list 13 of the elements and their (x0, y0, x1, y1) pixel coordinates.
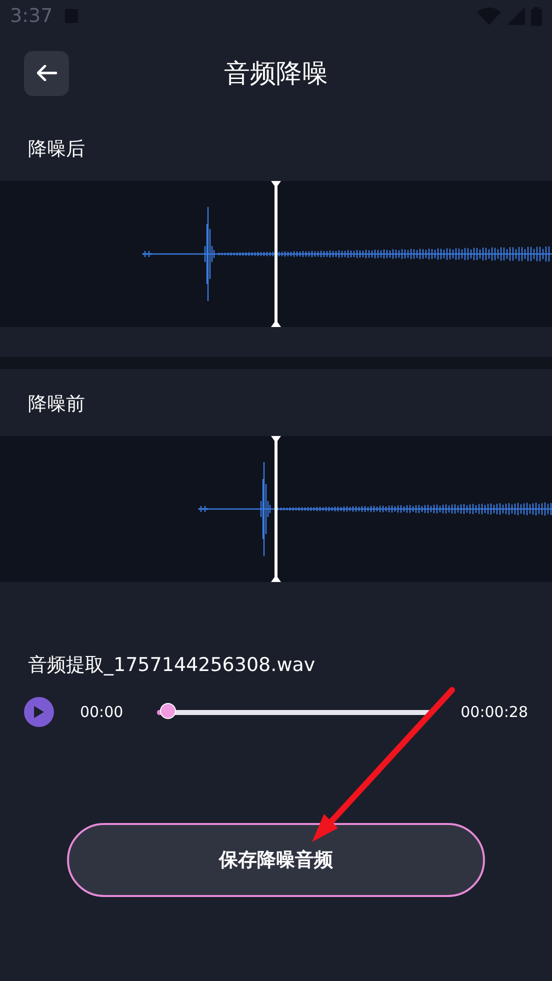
save-button[interactable]: 保存降噪音频 (67, 823, 485, 897)
file-name: 音频提取_1757144256308.wav (28, 654, 316, 676)
status-time: 3:37 (10, 5, 53, 27)
total-time: 00:00:28 (460, 703, 528, 721)
waveform-label: 降噪前 (28, 393, 85, 415)
back-arrow-icon (36, 65, 56, 81)
play-button[interactable] (24, 697, 54, 727)
play-icon (34, 706, 44, 718)
back-button[interactable] (24, 50, 69, 96)
waveform-label: 降噪后 (28, 138, 85, 160)
page-title: 音频降噪 (224, 58, 328, 88)
slider-thumb[interactable] (160, 703, 176, 719)
current-time: 00:00 (80, 703, 124, 721)
